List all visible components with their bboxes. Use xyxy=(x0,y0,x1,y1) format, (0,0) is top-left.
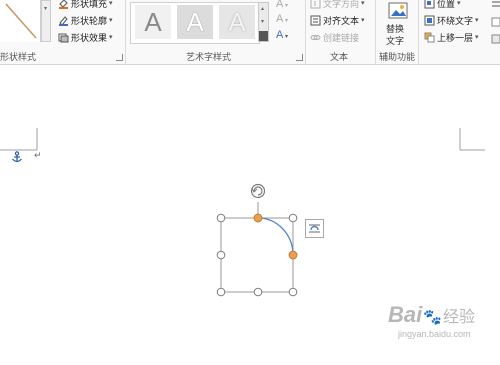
text-direction-label: 文字方向 xyxy=(323,0,360,10)
shape-style-gallery-scroll[interactable]: ▾ xyxy=(41,0,51,42)
resize-handle-bottom-middle[interactable] xyxy=(253,287,263,297)
layout-options-icon xyxy=(309,224,320,233)
arc-curve xyxy=(257,217,294,256)
create-link-label: 创建链接 xyxy=(323,33,360,44)
wordart-style-gallery: A A A xyxy=(130,2,260,44)
chevron-down-icon: ▾ xyxy=(109,33,113,41)
text-fill-icon[interactable]: A ▾ xyxy=(276,0,288,10)
watermark-brand: Bai xyxy=(388,302,423,327)
resize-handle-bottom-left[interactable] xyxy=(216,287,226,297)
paw-icon: 🐾 xyxy=(423,309,442,326)
text-group-label: 文本 xyxy=(330,53,349,63)
shape-effects-icon xyxy=(58,33,69,42)
chevron-down-icon: ▾ xyxy=(361,0,365,7)
shape-fill-label: 形状填充 xyxy=(71,0,108,10)
pen-outline-icon xyxy=(59,15,68,26)
adjust-handle-start[interactable] xyxy=(253,213,263,223)
wordart-style-2[interactable]: A xyxy=(177,5,213,39)
shape-outline-button[interactable]: 形状轮廓 ▾ xyxy=(58,13,113,27)
wrap-text-label: 环绕文字 xyxy=(437,16,474,27)
bring-forward-icon xyxy=(424,32,435,42)
group-divider xyxy=(125,0,126,64)
align-text-button[interactable]: 对齐文本 ▾ xyxy=(310,13,365,27)
shape-effects-label: 形状效果 xyxy=(71,33,108,44)
wordart-style-1[interactable]: A xyxy=(135,5,171,39)
group-divider xyxy=(375,0,376,64)
layout-options-button[interactable] xyxy=(305,219,324,238)
wrap-text-button[interactable]: 环绕文字 ▾ xyxy=(424,13,479,27)
text-effects-icon[interactable]: A ▾ xyxy=(276,29,288,41)
create-link-button[interactable]: 创建链接 xyxy=(310,30,359,44)
resize-handle-middle-left[interactable] xyxy=(216,250,226,260)
anchor-icon[interactable] xyxy=(11,151,23,163)
wordart-style-3[interactable]: A xyxy=(219,5,255,39)
resize-handle-top-right[interactable] xyxy=(288,213,298,223)
wrap-text-icon xyxy=(424,15,435,25)
bring-forward-button[interactable]: 上移一层 ▾ xyxy=(424,30,479,44)
shape-effects-button[interactable]: 形状效果 ▾ xyxy=(58,30,113,44)
position-button[interactable]: 位置 ▾ xyxy=(424,0,461,10)
alt-text-label-line2: 文字 xyxy=(386,37,405,47)
ribbon: ▾ 形状填充 ▾ 形状轮廓 ▾ 形状效果 ▾ 形状样式 A A A ▴ ▾ A ▾ A… xyxy=(0,0,500,65)
shape-fill-button[interactable]: 形状填充 ▾ xyxy=(58,0,113,10)
bring-forward-label: 上移一层 xyxy=(437,33,474,44)
watermark-url: jingyan.baidu.com xyxy=(398,329,471,339)
position-icon xyxy=(424,0,435,8)
resize-handle-top-left[interactable] xyxy=(216,213,226,223)
text-direction-icon xyxy=(310,0,321,8)
chevron-down-icon: ▾ xyxy=(457,0,461,7)
align-text-label: 对齐文本 xyxy=(323,16,360,27)
text-direction-button[interactable]: 文字方向 ▾ xyxy=(310,0,365,10)
adjust-handle-end[interactable] xyxy=(288,250,298,260)
wordart-styles-group-label: 艺术字样式 xyxy=(186,53,232,63)
chevron-down-icon: ▾ xyxy=(475,33,479,41)
alt-text-icon xyxy=(388,2,408,19)
watermark-suffix: 经验 xyxy=(442,309,475,326)
position-label: 位置 xyxy=(437,0,456,10)
shape-styles-launcher-icon[interactable] xyxy=(116,54,123,61)
group-divider xyxy=(418,0,419,64)
link-icon xyxy=(310,34,321,40)
wordart-launcher-icon[interactable] xyxy=(296,54,303,61)
chevron-down-icon: ▾ xyxy=(361,16,365,24)
group-divider xyxy=(305,0,306,64)
rotate-objects-icon[interactable] xyxy=(490,33,500,45)
chevron-down-icon: ▾ xyxy=(109,0,113,7)
watermark: Bai 🐾 经验 jingyan.baidu.com xyxy=(388,302,475,339)
wordart-gallery-scroll[interactable]: ▴ ▾ xyxy=(258,2,269,42)
align-icon[interactable] xyxy=(490,0,500,12)
chevron-down-icon: ▾ xyxy=(109,16,113,24)
shape-outline-label: 形状轮廓 xyxy=(71,16,108,27)
rotate-handle-icon[interactable] xyxy=(250,183,266,199)
group-objects-icon[interactable] xyxy=(490,16,500,28)
shape-style-swatch[interactable] xyxy=(0,0,41,42)
accessibility-group-label: 辅助功能 xyxy=(379,53,416,63)
chevron-down-icon: ▾ xyxy=(475,16,479,24)
paragraph-mark: ↵ xyxy=(34,151,42,161)
selected-arc-shape[interactable] xyxy=(205,178,325,303)
shape-styles-group-label: 形状样式 xyxy=(0,53,37,63)
alt-text-button[interactable]: 替换 文字 xyxy=(380,0,416,48)
align-text-icon xyxy=(310,15,321,25)
text-outline-icon[interactable]: A ▾ xyxy=(276,13,288,25)
resize-handle-bottom-right[interactable] xyxy=(288,287,298,297)
paint-bucket-icon xyxy=(59,0,68,9)
margin-corner-top-right xyxy=(459,128,485,151)
